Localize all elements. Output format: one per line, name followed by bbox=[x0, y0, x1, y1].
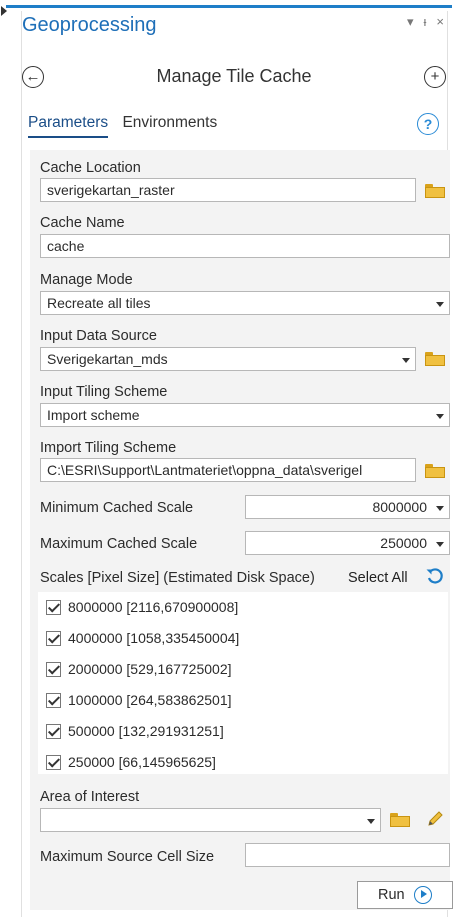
input-tiling-scheme-value: Import scheme bbox=[47, 407, 140, 423]
scale-item-label: 4000000 [1058,335450004] bbox=[68, 630, 240, 646]
pane-menu-icon[interactable]: ▾ bbox=[407, 14, 414, 30]
chevron-down-icon bbox=[436, 414, 444, 419]
scales-list: 8000000 [2116,670900008] 4000000 [1058,3… bbox=[38, 592, 448, 774]
browse-folder-icon[interactable] bbox=[425, 464, 445, 478]
max-source-cell-size-label: Maximum Source Cell Size bbox=[40, 849, 215, 865]
scale-checkbox[interactable] bbox=[46, 755, 61, 770]
pane-corner-marker bbox=[1, 6, 7, 16]
max-cached-scale-value: 250000 bbox=[380, 535, 427, 551]
pane-controls: ▾ ᵼ × bbox=[407, 14, 444, 30]
manage-mode-select[interactable]: Recreate all tiles bbox=[40, 291, 450, 315]
pane-top-accent-bar bbox=[6, 5, 452, 8]
run-button-label: Run bbox=[378, 887, 405, 903]
scales-label: Scales [Pixel Size] (Estimated Disk Spac… bbox=[40, 570, 315, 586]
chevron-down-icon bbox=[436, 506, 444, 511]
max-cached-scale-label: Maximum Cached Scale bbox=[40, 536, 198, 552]
input-tiling-scheme-select[interactable]: Import scheme bbox=[40, 403, 450, 427]
chevron-down-icon bbox=[402, 358, 410, 363]
input-tiling-scheme-label: Input Tiling Scheme bbox=[40, 384, 168, 400]
select-all-link[interactable]: Select All bbox=[348, 570, 408, 586]
input-data-source-label: Input Data Source bbox=[40, 328, 157, 344]
input-data-source-select[interactable]: Sverigekartan_mds bbox=[40, 347, 416, 371]
tab-parameters[interactable]: Parameters bbox=[28, 114, 109, 138]
help-icon[interactable]: ? bbox=[417, 113, 439, 135]
browse-folder-icon[interactable] bbox=[425, 184, 445, 198]
chevron-down-icon bbox=[367, 819, 375, 824]
scale-item-label: 250000 [66,145965625] bbox=[68, 754, 216, 770]
max-cached-scale-combo[interactable]: 250000 bbox=[245, 531, 450, 555]
tool-tabs: Parameters Environments bbox=[28, 114, 227, 138]
cache-name-input[interactable]: cache bbox=[40, 234, 450, 258]
pencil-sketch-icon[interactable] bbox=[426, 810, 444, 828]
add-plus-icon[interactable]: + bbox=[424, 66, 446, 88]
min-cached-scale-combo[interactable]: 8000000 bbox=[245, 495, 450, 519]
chevron-down-icon bbox=[436, 542, 444, 547]
scale-checkbox[interactable] bbox=[46, 724, 61, 739]
scale-item-label: 8000000 [2116,670900008] bbox=[68, 599, 239, 615]
pane-title: Geoprocessing bbox=[22, 14, 157, 36]
scale-checkbox[interactable] bbox=[46, 631, 61, 646]
max-source-cell-size-input[interactable] bbox=[245, 843, 450, 867]
play-icon bbox=[414, 886, 432, 904]
area-of-interest-select[interactable] bbox=[40, 808, 381, 832]
input-data-source-value: Sverigekartan_mds bbox=[47, 351, 168, 367]
chevron-down-icon bbox=[436, 302, 444, 307]
tool-title: Manage Tile Cache bbox=[156, 66, 312, 86]
manage-mode-label: Manage Mode bbox=[40, 272, 133, 288]
manage-mode-value: Recreate all tiles bbox=[47, 295, 151, 311]
browse-folder-icon[interactable] bbox=[425, 352, 445, 366]
scale-checkbox[interactable] bbox=[46, 600, 61, 615]
pane-close-icon[interactable]: × bbox=[436, 14, 444, 30]
tab-environments[interactable]: Environments bbox=[122, 114, 217, 136]
import-tiling-scheme-input[interactable]: C:\ESRI\Support\Lantmateriet\oppna_data\… bbox=[40, 458, 416, 482]
cache-location-label: Cache Location bbox=[40, 160, 141, 176]
import-tiling-scheme-label: Import Tiling Scheme bbox=[40, 440, 177, 456]
scale-item-label: 2000000 [529,167725002] bbox=[68, 661, 232, 677]
min-cached-scale-value: 8000000 bbox=[372, 499, 427, 515]
scale-item-label: 500000 [132,291931251] bbox=[68, 723, 224, 739]
browse-folder-icon[interactable] bbox=[390, 813, 410, 827]
scale-checkbox[interactable] bbox=[46, 662, 61, 677]
scale-item-label: 1000000 [264,583862501] bbox=[68, 692, 232, 708]
cache-name-label: Cache Name bbox=[40, 215, 125, 231]
scale-checkbox[interactable] bbox=[46, 693, 61, 708]
run-button[interactable]: Run bbox=[357, 881, 453, 909]
pane-autohide-icon[interactable]: ᵼ bbox=[424, 14, 427, 30]
refresh-icon[interactable] bbox=[425, 566, 445, 586]
tool-nav-row: ← Manage Tile Cache + bbox=[22, 60, 446, 94]
min-cached-scale-label: Minimum Cached Scale bbox=[40, 500, 194, 516]
cache-location-input[interactable]: sverigekartan_raster bbox=[40, 178, 416, 202]
area-of-interest-label: Area of Interest bbox=[40, 789, 140, 805]
